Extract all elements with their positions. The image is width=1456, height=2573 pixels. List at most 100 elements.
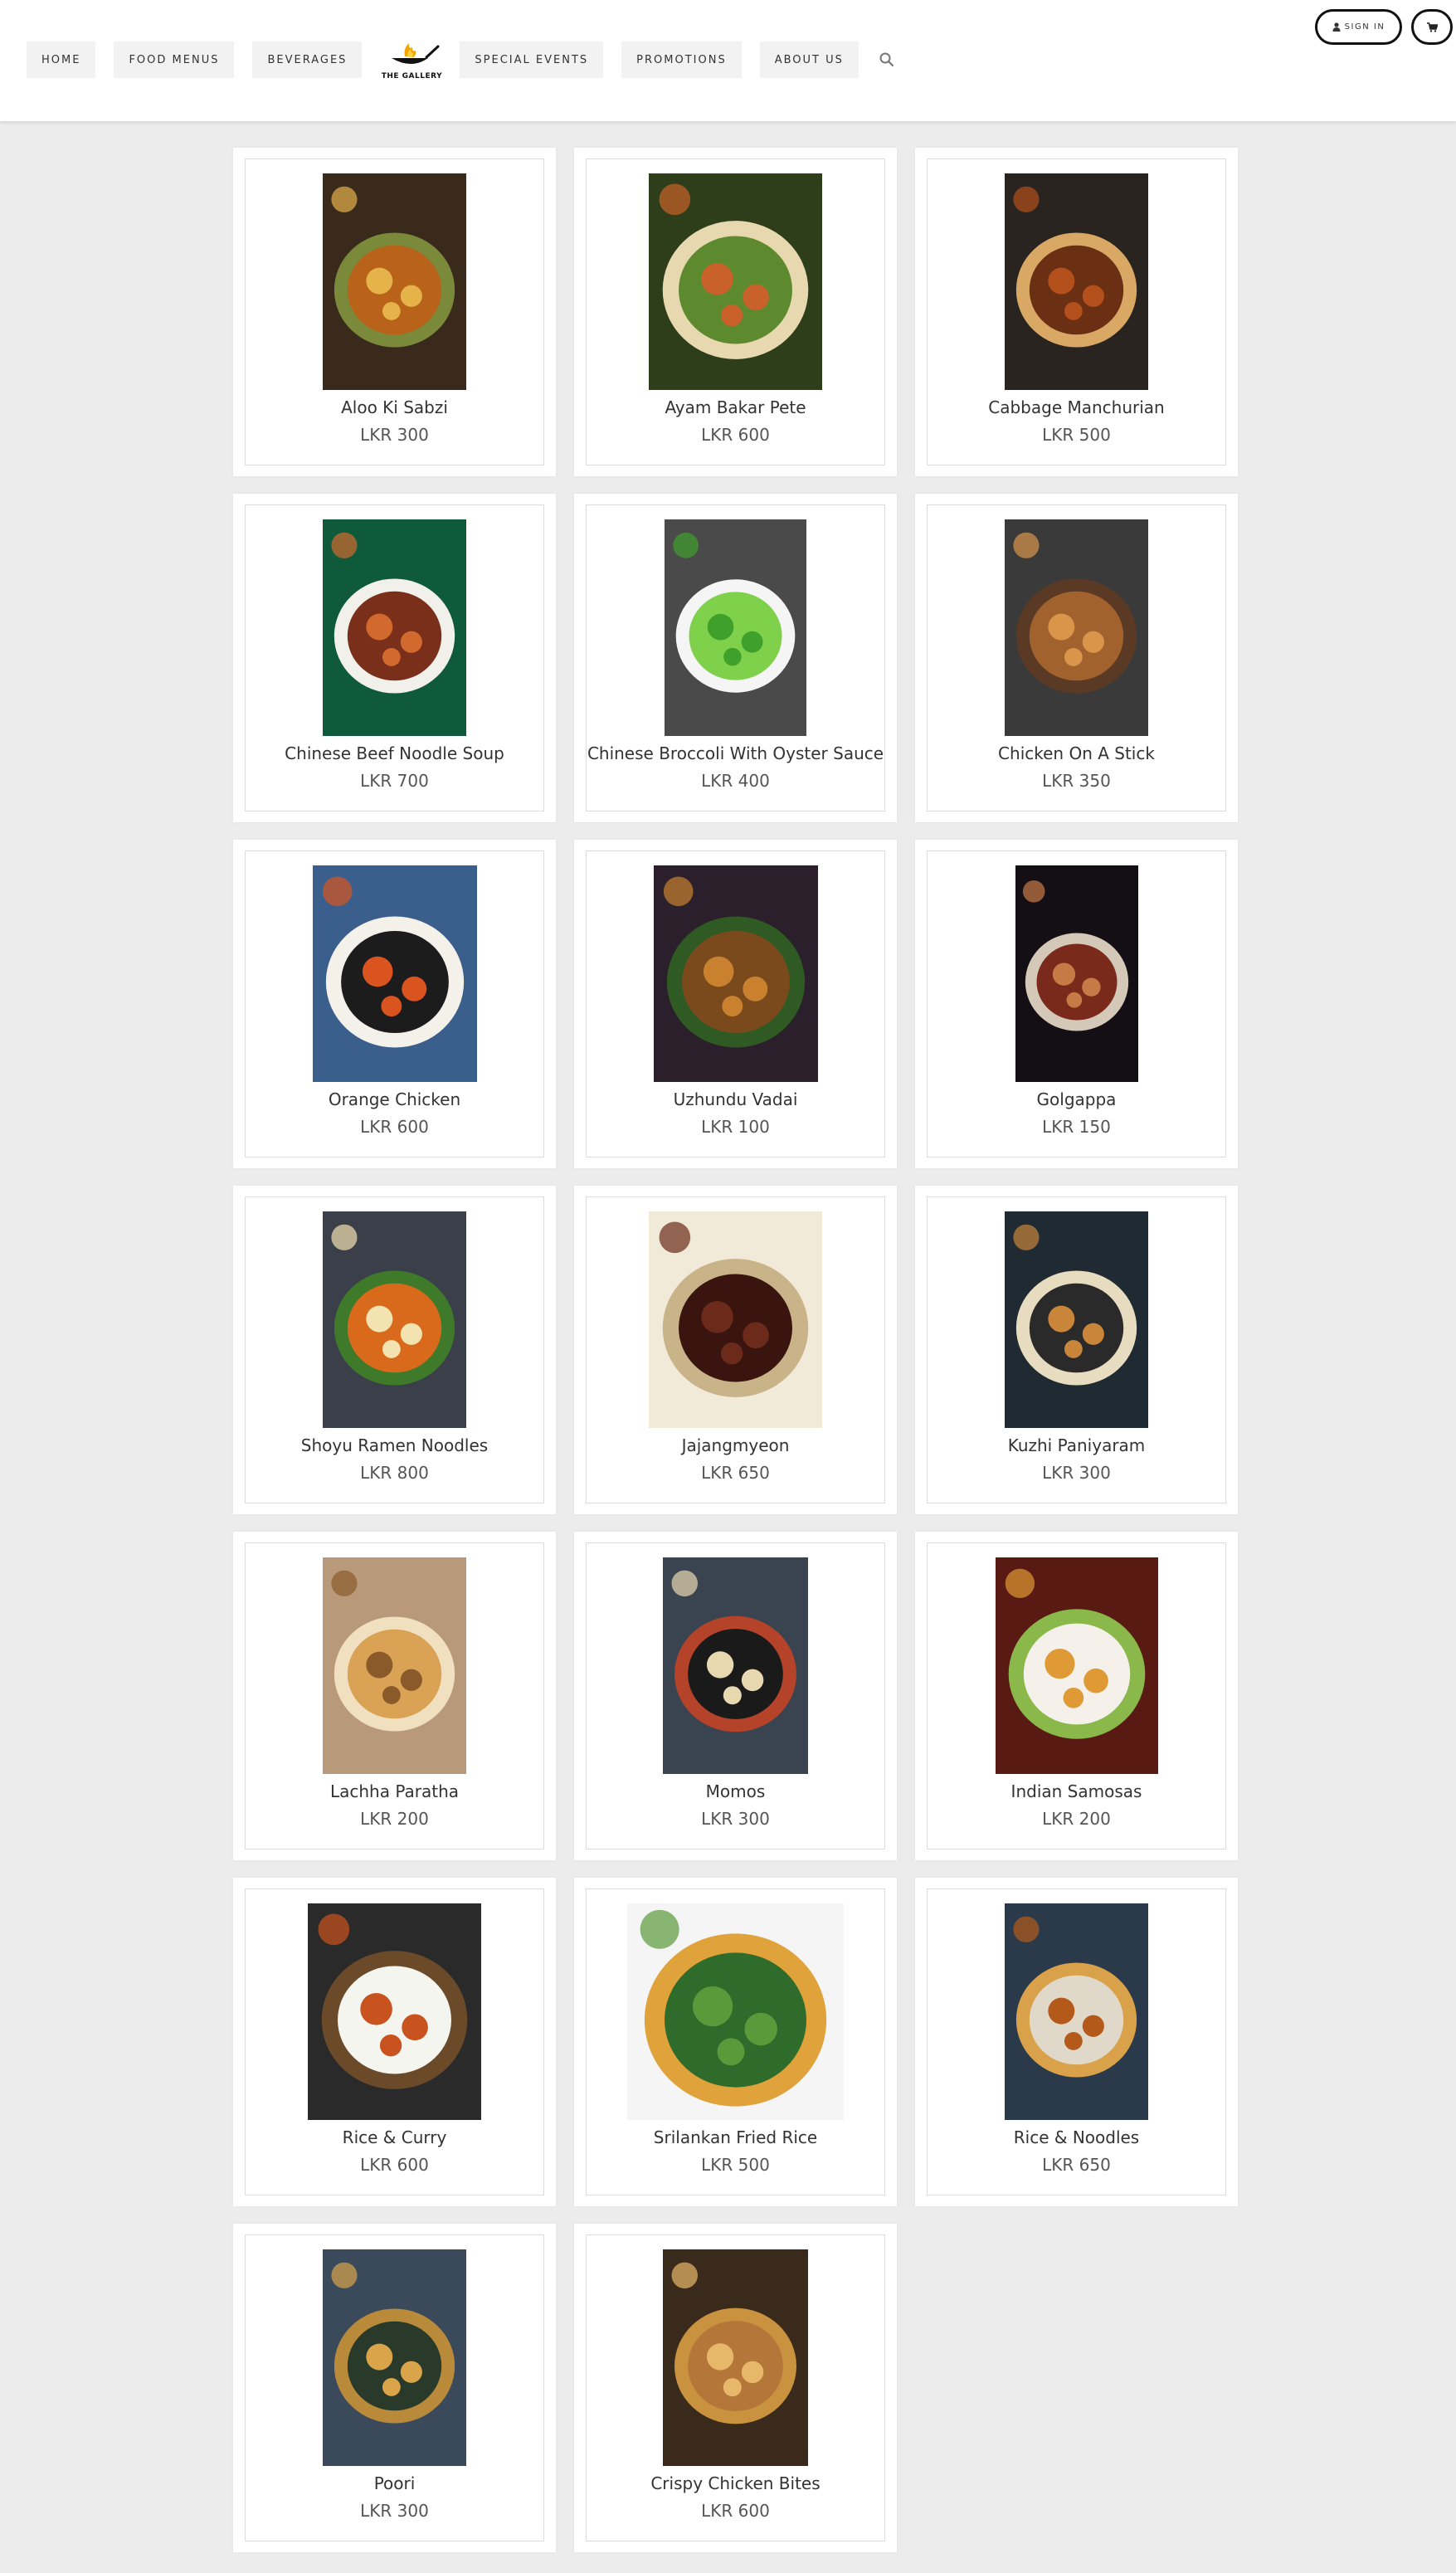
menu-item-price: LKR 600 — [701, 425, 770, 445]
menu-item-card[interactable]: Jajangmyeon LKR 650 — [574, 1186, 897, 1514]
menu-item-frame: Kuzhi Paniyaram LKR 300 — [927, 1196, 1226, 1503]
menu-item-card[interactable]: Poori LKR 300 — [233, 2224, 556, 2552]
menu-item-price: LKR 300 — [360, 2501, 429, 2521]
menu-item-name: Chinese Beef Noodle Soup — [285, 743, 504, 763]
menu-item-frame: Crispy Chicken Bites LKR 600 — [586, 2234, 885, 2541]
menu-item-name: Poori — [373, 2473, 416, 2493]
menu-item-name: Indian Samosas — [1010, 1781, 1142, 1801]
menu-item-card[interactable]: Srilankan Fried Rice LKR 500 — [574, 1878, 897, 2206]
dish-photo — [663, 1557, 808, 1774]
sign-in-label: SIGN IN — [1344, 22, 1385, 32]
nav-promotions[interactable]: PROMOTIONS — [621, 41, 742, 78]
menu-item-card[interactable]: Chinese Broccoli With Oyster Sauce LKR 40… — [574, 494, 897, 822]
nav-about-us[interactable]: ABOUT US — [759, 41, 859, 78]
menu-item-card[interactable]: Momos LKR 300 — [574, 1532, 897, 1860]
sign-in-button[interactable]: SIGN IN — [1315, 9, 1402, 45]
menu-item-card[interactable]: Golgappa LKR 150 — [915, 840, 1238, 1168]
menu-item-frame: Rice & Noodles LKR 650 — [927, 1888, 1226, 2195]
dish-photo — [1005, 1903, 1148, 2120]
dish-photo — [649, 173, 822, 390]
dish-photo — [323, 2249, 466, 2466]
menu-item-name: Lachha Paratha — [329, 1781, 460, 1801]
cart-icon — [1426, 22, 1438, 32]
menu-item-frame: Jajangmyeon LKR 650 — [586, 1196, 885, 1503]
menu-item-price: LKR 650 — [701, 1463, 770, 1483]
menu-item-frame: Srilankan Fried Rice LKR 500 — [586, 1888, 885, 2195]
menu-item-frame: Indian Samosas LKR 200 — [927, 1542, 1226, 1849]
nav-home[interactable]: HOME — [27, 41, 96, 78]
menu-item-price: LKR 500 — [1042, 425, 1111, 445]
menu-item-card[interactable]: Indian Samosas LKR 200 — [915, 1532, 1238, 1860]
menu-item-price: LKR 200 — [1042, 1809, 1111, 1829]
site-header: HOME FOOD MENUS BEVERAGES THE GALLERY SP… — [0, 0, 1456, 121]
menu-item-frame: Shoyu Ramen Noodles LKR 800 — [245, 1196, 544, 1503]
menu-item-card[interactable]: Kuzhi Paniyaram LKR 300 — [915, 1186, 1238, 1514]
dish-photo — [1005, 519, 1148, 736]
dish-photo — [323, 173, 466, 390]
menu-item-price: LKR 650 — [1042, 2155, 1111, 2175]
dish-photo — [653, 865, 818, 1082]
menu-item-card[interactable]: Shoyu Ramen Noodles LKR 800 — [233, 1186, 556, 1514]
dish-photo — [1005, 1211, 1148, 1428]
menu-item-price: LKR 300 — [360, 425, 429, 445]
menu-item-price: LKR 700 — [360, 771, 429, 791]
menu-item-price: LKR 100 — [701, 1117, 770, 1137]
logo-text: THE GALLERY — [381, 71, 443, 80]
menu-item-price: LKR 350 — [1042, 771, 1111, 791]
cart-button[interactable] — [1411, 9, 1453, 45]
dish-photo — [308, 1903, 481, 2120]
menu-item-name: Kuzhi Paniyaram — [1007, 1435, 1146, 1455]
menu-item-frame: Chinese Beef Noodle Soup LKR 700 — [245, 504, 544, 811]
dish-photo — [312, 865, 477, 1082]
dish-photo — [663, 2249, 808, 2466]
menu-item-name: Ayam Bakar Pete — [665, 397, 806, 417]
menu-item-price: LKR 400 — [701, 771, 770, 791]
menu-item-price: LKR 600 — [701, 2501, 770, 2521]
dish-photo — [323, 1211, 466, 1428]
menu-item-card[interactable]: Rice & Noodles LKR 650 — [915, 1878, 1238, 2206]
menu-item-frame: Cabbage Manchurian LKR 500 — [927, 158, 1226, 465]
menu-item-price: LKR 200 — [360, 1809, 429, 1829]
menu-item-frame: Rice & Curry LKR 600 — [245, 1888, 544, 2195]
menu-item-frame: Poori LKR 300 — [245, 2234, 544, 2541]
menu-item-card[interactable]: Orange Chicken LKR 600 — [233, 840, 556, 1168]
dish-photo — [627, 1903, 844, 2120]
menu-item-card[interactable]: Crispy Chicken Bites LKR 600 — [574, 2224, 897, 2552]
menu-item-price: LKR 150 — [1042, 1117, 1111, 1137]
nav-food-menus[interactable]: FOOD MENUS — [114, 41, 235, 78]
menu-item-price: LKR 600 — [360, 2155, 429, 2175]
menu-item-frame: Chicken On A Stick LKR 350 — [927, 504, 1226, 811]
menu-item-name: Rice & Noodles — [1013, 2127, 1140, 2147]
menu-item-name: Rice & Curry — [342, 2127, 447, 2147]
menu-item-card[interactable]: Rice & Curry LKR 600 — [233, 1878, 556, 2206]
nav-special-events[interactable]: SPECIAL EVENTS — [460, 41, 604, 78]
menu-item-name: Crispy Chicken Bites — [650, 2473, 821, 2493]
menu-item-card[interactable]: Lachha Paratha LKR 200 — [233, 1532, 556, 1860]
nav-beverages[interactable]: BEVERAGES — [252, 41, 363, 78]
menu-item-card[interactable]: Chinese Beef Noodle Soup LKR 700 — [233, 494, 556, 822]
site-logo[interactable]: THE GALLERY — [380, 35, 443, 85]
dish-photo — [995, 1557, 1158, 1774]
menu-item-frame: Chinese Broccoli With Oyster Sauce LKR 40… — [586, 504, 885, 811]
menu-item-frame: Golgappa LKR 150 — [927, 850, 1226, 1157]
menu-item-frame: Uzhundu Vadai LKR 100 — [586, 850, 885, 1157]
dish-photo — [323, 1557, 466, 1774]
menu-item-card[interactable]: Chicken On A Stick LKR 350 — [915, 494, 1238, 822]
menu-item-frame: Aloo Ki Sabzi LKR 300 — [245, 158, 544, 465]
menu-item-name: Chicken On A Stick — [998, 743, 1155, 763]
main-nav: HOME FOOD MENUS BEVERAGES THE GALLERY SP… — [27, 41, 902, 80]
menu-item-card[interactable]: Cabbage Manchurian LKR 500 — [915, 148, 1238, 476]
menu-item-frame: Ayam Bakar Pete LKR 600 — [586, 158, 885, 465]
menu-item-price: LKR 800 — [360, 1463, 429, 1483]
menu-item-name: Shoyu Ramen Noodles — [300, 1435, 489, 1455]
menu-item-name: Uzhundu Vadai — [673, 1089, 798, 1109]
menu-item-card[interactable]: Aloo Ki Sabzi LKR 300 — [233, 148, 556, 476]
menu-grid: Aloo Ki Sabzi LKR 300 Ayam Bakar Pete LKR 6… — [233, 148, 1239, 2552]
dish-photo — [323, 519, 466, 736]
menu-item-name: Momos — [705, 1781, 766, 1801]
menu-item-card[interactable]: Uzhundu Vadai LKR 100 — [574, 840, 897, 1168]
menu-item-frame: Lachha Paratha LKR 200 — [245, 1542, 544, 1849]
search-icon[interactable] — [872, 41, 902, 78]
menu-item-name: Golgappa — [1036, 1089, 1117, 1109]
menu-item-card[interactable]: Ayam Bakar Pete LKR 600 — [574, 148, 897, 476]
